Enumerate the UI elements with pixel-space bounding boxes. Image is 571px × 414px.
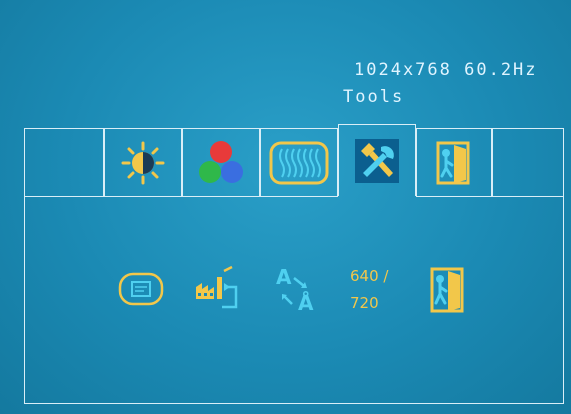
panel-top-border-left xyxy=(24,196,338,197)
exit-door-icon xyxy=(436,141,470,184)
tool-factory-reset[interactable] xyxy=(194,263,246,313)
resolution-mode-line2: 720 xyxy=(350,294,379,312)
brightness-contrast-icon xyxy=(121,141,165,184)
svg-text:Å: Å xyxy=(298,291,314,312)
tool-osd-settings[interactable] xyxy=(118,272,164,306)
osd-settings-icon xyxy=(118,272,164,306)
menu-title: Tools xyxy=(343,87,405,107)
tab-exit[interactable] xyxy=(416,128,492,196)
tab-blank-right xyxy=(492,128,564,196)
monitor-osd-screen: 1024x768 60.2Hz Tools A Å 640 / 720 xyxy=(0,0,571,414)
factory-reset-icon xyxy=(196,265,238,309)
image-waves-icon xyxy=(269,141,329,184)
tab-brightness[interactable] xyxy=(104,128,182,196)
osd-tab-bar xyxy=(24,124,564,196)
tab-image[interactable] xyxy=(260,128,338,196)
tab-blank-left xyxy=(24,128,104,196)
tool-language[interactable]: A Å xyxy=(274,264,320,312)
resolution-readout: 1024x768 60.2Hz xyxy=(354,60,538,80)
language-icon: A Å xyxy=(276,265,314,312)
exit-door-icon xyxy=(430,267,464,313)
resolution-mode-line1: 640 / xyxy=(350,267,389,285)
svg-text:A: A xyxy=(276,265,292,289)
resolution-mode-toggle[interactable]: 640 / 720 xyxy=(350,263,388,317)
color-rgb-icon xyxy=(199,140,243,183)
tools-icon xyxy=(355,138,399,183)
tab-color[interactable] xyxy=(182,128,260,196)
panel-top-border-right xyxy=(416,196,564,197)
tool-exit[interactable] xyxy=(428,266,468,314)
tab-tools[interactable] xyxy=(338,124,416,196)
